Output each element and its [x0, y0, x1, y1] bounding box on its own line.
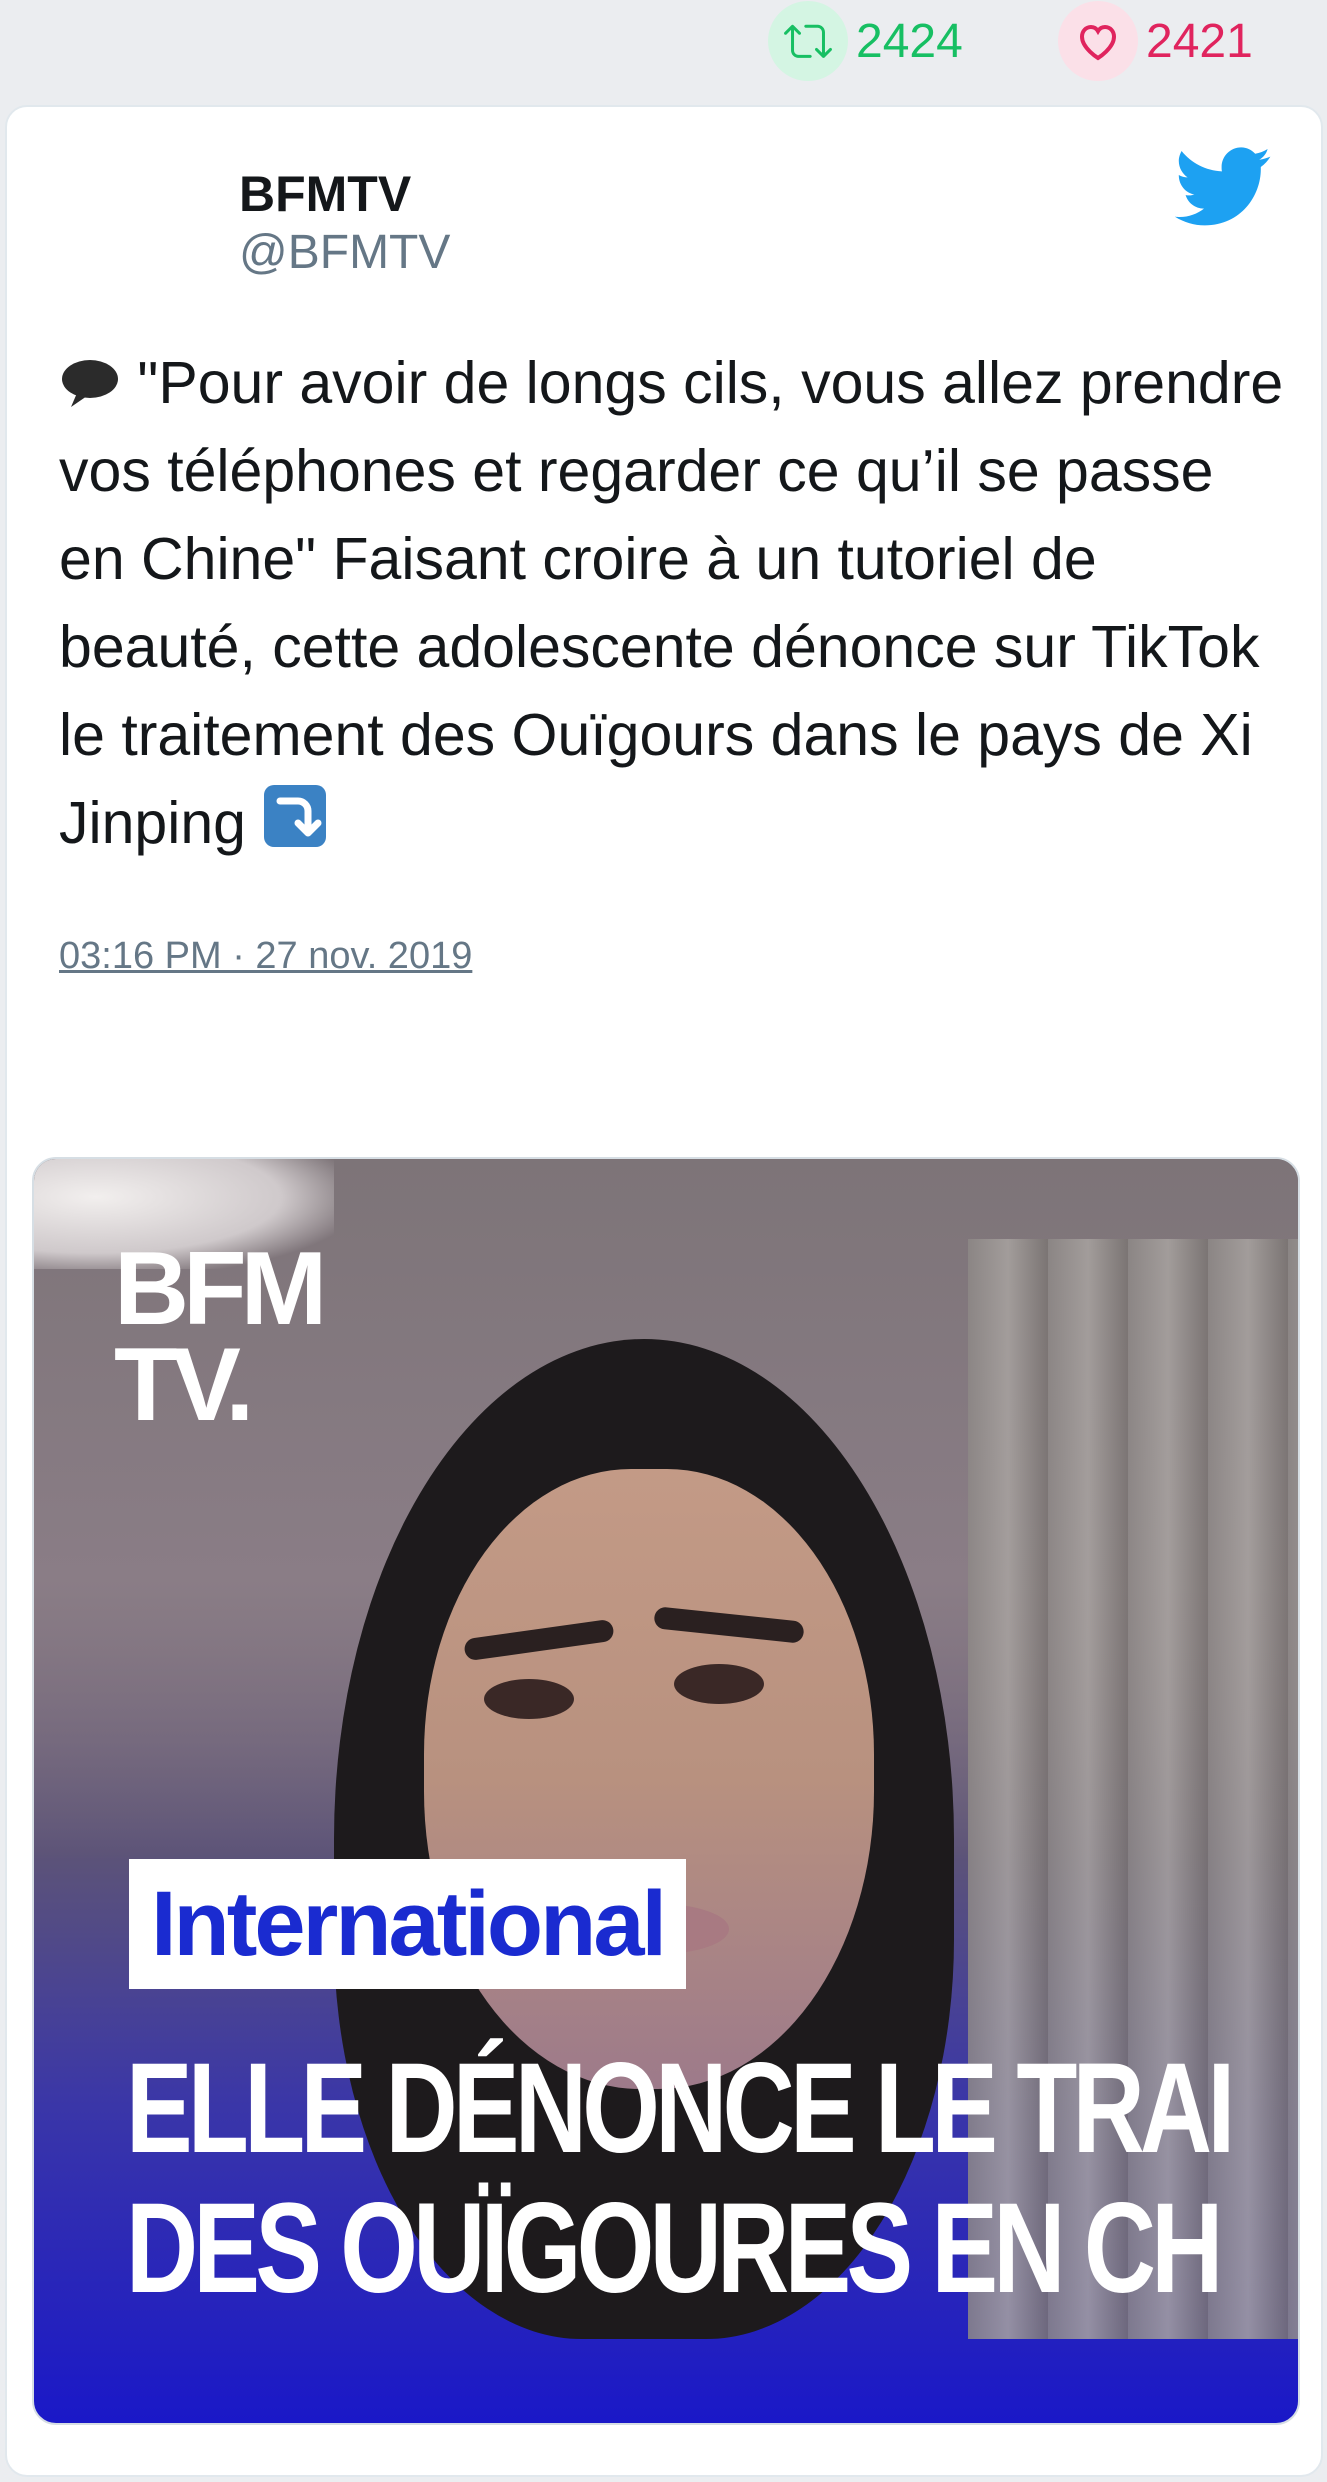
category-tag: International — [129, 1859, 687, 1989]
tweet-text-body: "Pour avoir de longs cils, vous allez pr… — [59, 350, 1284, 856]
like-count: 2421 — [1146, 14, 1253, 68]
logo-line-2: TV. — [114, 1327, 254, 1443]
heart-stat-icon — [1058, 1, 1138, 81]
page: 2424 2421 BFMTV @BFMTV "Pour avoir de lo… — [0, 0, 1327, 2482]
logo-line-1: BFM — [114, 1231, 327, 1347]
category-tag-text: International — [151, 1872, 667, 1975]
media-headline: ELLE DÉNONCE LE TRAI DES OUÏGOURES EN CH — [126, 2037, 1235, 2320]
headline-line-2: DES OUÏGOURES EN CH — [126, 2177, 1223, 2320]
speech-balloon-icon — [62, 360, 118, 407]
twitter-bird-icon[interactable] — [1175, 147, 1273, 227]
like-stat[interactable]: 2421 — [1058, 0, 1253, 82]
retweet-stat-icon — [768, 1, 848, 81]
tweet-card: BFMTV @BFMTV "Pour avoir de longs cils, … — [5, 105, 1323, 2477]
arrow-down-right-icon — [264, 785, 327, 847]
headline-line-1: ELLE DÉNONCE LE TRAI — [126, 2037, 1235, 2180]
engagement-stats: 2424 2421 — [0, 0, 1327, 82]
author-handle[interactable]: @BFMTV — [239, 225, 450, 280]
tweet-media-image[interactable]: BFM TV. International ELLE DÉNONCE LE TR… — [32, 1157, 1300, 2425]
tweet-timestamp[interactable]: 03:16 PM · 27 nov. 2019 — [59, 935, 472, 978]
retweet-count: 2424 — [856, 14, 963, 68]
retweet-stat[interactable]: 2424 — [768, 0, 963, 82]
tweet-text: "Pour avoir de longs cils, vous allez pr… — [59, 339, 1289, 867]
author-name[interactable]: BFMTV — [239, 165, 411, 223]
bfmtv-logo: BFM TV. — [114, 1231, 327, 1443]
